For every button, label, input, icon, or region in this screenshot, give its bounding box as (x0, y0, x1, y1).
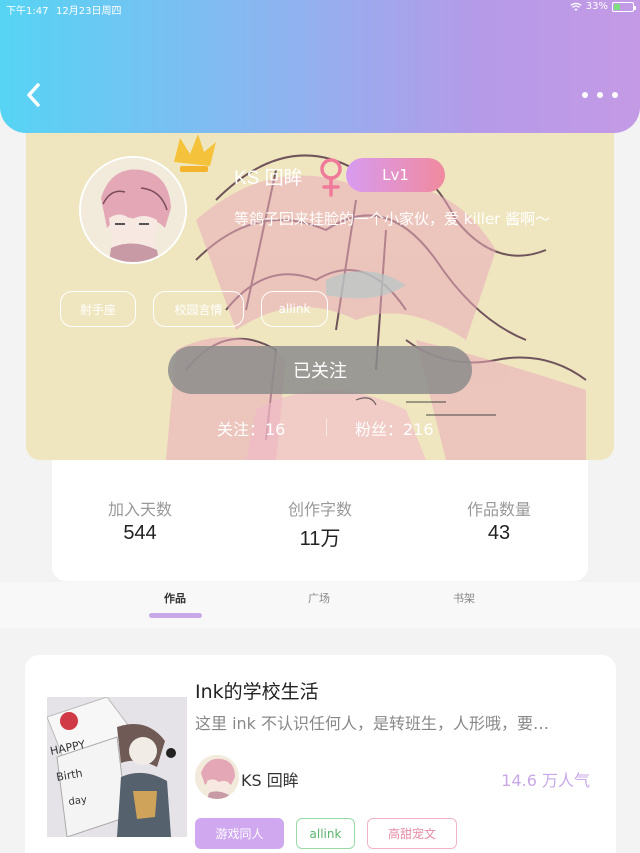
tab-square[interactable]: 广场 (279, 590, 359, 606)
stat-join-days: 加入天数 544 (60, 496, 220, 545)
work-tag-game[interactable]: 游戏同人 (195, 818, 284, 849)
top-header: 下午1:47 12月23日周四 33% (0, 0, 640, 133)
stat-word-count: 创作字数 11万 (240, 496, 400, 551)
work-tag-allink[interactable]: allink (296, 818, 355, 849)
level-badge: Lv1 (346, 158, 445, 192)
battery-icon (612, 1, 636, 12)
wifi-icon (570, 2, 582, 11)
active-tab-indicator (149, 613, 202, 618)
more-dot (597, 92, 603, 98)
stat-value: 544 (123, 522, 157, 544)
following-count[interactable]: 关注：16 (217, 416, 285, 440)
author-avatar[interactable] (195, 755, 239, 799)
more-dot (612, 92, 618, 98)
crown-icon (174, 134, 216, 172)
more-dot (582, 92, 588, 98)
username: KS 回眸 (234, 168, 303, 189)
status-bar: 下午1:47 12月23日周四 33% (0, 0, 640, 17)
stats-divider (326, 418, 327, 436)
author-name[interactable]: KS 回眸 (241, 767, 299, 791)
stat-label: 作品数量 (466, 500, 531, 519)
follow-button[interactable]: 已关注 (168, 346, 472, 394)
popularity-count: 14.6 万人气 (501, 771, 590, 790)
follow-stats: 关注：16 粉丝：216 (0, 414, 640, 440)
fans-count[interactable]: 粉丝：216 (355, 416, 434, 440)
author-avatar-image (195, 755, 239, 799)
work-description: 这里 ink 不认识任何人，是转班生，人形哦，要… (195, 714, 550, 733)
battery-percent: 33% (585, 1, 608, 12)
profile-tag[interactable]: allink (261, 291, 328, 327)
status-right: 33% (570, 1, 636, 12)
work-cover[interactable]: HAPPY Birth day (47, 697, 187, 837)
status-date: 12月23日周四 (56, 6, 122, 17)
stat-works-count: 作品数量 43 (419, 496, 579, 545)
profile-tag[interactable]: 校园言情 (153, 291, 244, 327)
profile-tag[interactable]: 射手座 (60, 291, 136, 327)
stat-label: 创作字数 (287, 500, 352, 519)
stat-value: 11万 (299, 528, 341, 550)
status-time: 下午1:47 (6, 6, 49, 17)
female-icon (320, 158, 342, 197)
stat-value: 43 (487, 522, 511, 544)
stats-card: 加入天数 544 创作字数 11万 作品数量 43 (52, 440, 588, 581)
back-button[interactable] (18, 80, 48, 110)
content-tabs: 作品 广场 书架 (0, 582, 640, 628)
chevron-left-icon (27, 83, 40, 107)
tab-works[interactable]: 作品 (135, 590, 215, 606)
tab-bookshelf[interactable]: 书架 (424, 590, 504, 606)
stat-label: 加入天数 (107, 500, 172, 519)
work-title[interactable]: Ink的学校生活 (195, 677, 319, 704)
battery-fill (614, 3, 620, 10)
work-card[interactable]: HAPPY Birth day Ink的学校生活 这里 ink 不认识任何人，是… (25, 655, 616, 853)
profile-bio: 等鸽子回来挂脸的一个小家伙，爱 killer 酱啊～ (234, 210, 551, 228)
more-button[interactable] (582, 85, 618, 105)
cover-image: HAPPY Birth day (47, 697, 187, 837)
work-tag-sweet[interactable]: 高甜宠文 (367, 818, 457, 849)
